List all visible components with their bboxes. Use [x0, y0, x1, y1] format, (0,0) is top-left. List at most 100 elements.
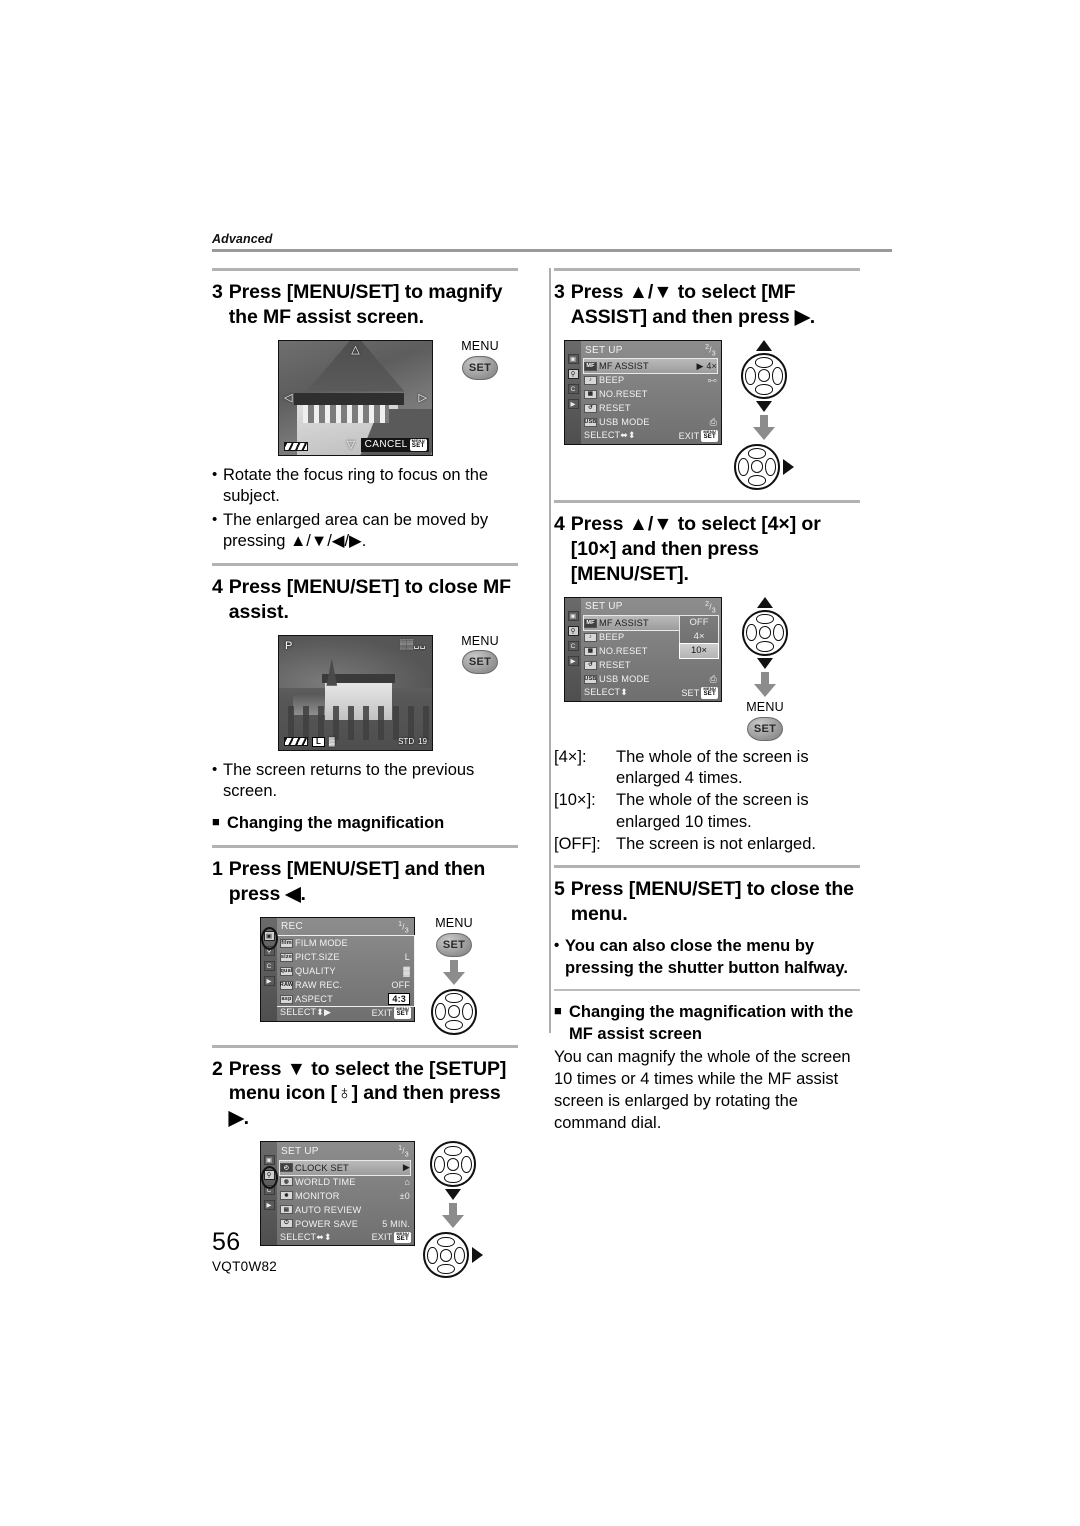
- up-triangle-icon: [757, 596, 773, 608]
- menu-row-aspect[interactable]: asp ASPECT 4:3: [280, 992, 410, 1006]
- menu-row-film-mode[interactable]: film FILM MODE: [280, 936, 410, 950]
- tab-custom-icon[interactable]: C: [567, 383, 579, 394]
- step-text: Press [MENU/SET] to close the menu.: [570, 878, 854, 926]
- tab-playback-icon[interactable]: ▶: [263, 1200, 275, 1211]
- tab-setup-icon[interactable]: ⚲: [567, 368, 579, 379]
- option-4x[interactable]: 4×: [680, 630, 718, 644]
- dpad-center[interactable]: [446, 1157, 460, 1171]
- dpad-down[interactable]: [437, 1263, 455, 1275]
- dpad-down[interactable]: [755, 384, 773, 395]
- dpad-left[interactable]: [738, 458, 749, 476]
- four-way-controller-icon[interactable]: [423, 1232, 469, 1279]
- dpad-down[interactable]: [444, 1172, 462, 1184]
- menu-row-usb-mode[interactable]: USB USB MODE ⎙: [584, 415, 717, 429]
- menu-row-clock-set[interactable]: ◴ CLOCK SET ▶: [279, 1159, 411, 1176]
- tab-setup-icon[interactable]: ⚲: [567, 625, 579, 636]
- menu-row-raw-rec[interactable]: RAW RAW REC. OFF: [280, 978, 410, 992]
- menu-row-pict-size[interactable]: size PICT.SIZE L: [280, 950, 410, 964]
- chip-bottom: SET: [703, 691, 716, 698]
- step-heading-right-3: 3 Press ▲/▼ to select [MF ASSIST] and th…: [554, 280, 860, 330]
- dpad-up[interactable]: [437, 1236, 455, 1248]
- square-bullet-icon: ■: [212, 814, 220, 830]
- down-flow-arrow-icon: [438, 1203, 468, 1229]
- dpad-left[interactable]: [427, 1246, 438, 1265]
- option-off[interactable]: OFF: [680, 616, 718, 630]
- camera-menu-setup-1: ▣ ⚲ C ▶ SET UP 1/3 ◴ CLOCK SET ▶ ◍ WORLD…: [260, 1141, 415, 1247]
- menu-row-power-save[interactable]: ⏻ POWER SAVE 5 MIN.: [280, 1217, 410, 1231]
- select-glyph: ⬌⬍: [620, 430, 636, 441]
- step-text: Press [MENU/SET] and then press ◀.: [228, 857, 486, 905]
- menu-tab-strip: ▣ ⚲ C ▶: [261, 917, 278, 1021]
- definition-key: [10×]:: [554, 791, 596, 810]
- menu-row-reset[interactable]: ↺ RESET: [584, 658, 717, 672]
- menu-row-label: BEEP: [599, 375, 625, 386]
- mf-assist-options-dropdown[interactable]: OFF 4× 10×: [679, 614, 719, 659]
- bullet-text: You can also close the menu by pressing …: [565, 937, 848, 977]
- chip-bottom: SET: [396, 1011, 409, 1018]
- menu-row-usb-mode[interactable]: USB USB MODE ⎙: [584, 672, 717, 686]
- menu-row-beep[interactable]: ♪ BEEP ⧟: [584, 373, 717, 387]
- dpad-up[interactable]: [445, 992, 463, 1004]
- camera-menu-setup-mf: ▣ ⚲ C ▶ SET UP 2/3 MF MF ASSIST ▶ 4× ♪ B…: [564, 339, 722, 445]
- tab-playback-icon[interactable]: ▶: [263, 975, 275, 986]
- tab-playback-icon[interactable]: ▶: [567, 398, 579, 409]
- dpad-left[interactable]: [435, 1002, 446, 1021]
- menu-page-indicator: 2/3: [705, 600, 716, 615]
- menu-row-value: ▶: [402, 1162, 410, 1173]
- cancel-hint: CANCEL MENU SET: [360, 438, 429, 452]
- tab-rec-icon[interactable]: ▣: [263, 1155, 275, 1166]
- menu-row-value: OFF: [391, 980, 410, 991]
- menu-title: SET UP: [281, 1146, 319, 1158]
- step-text: Press ▼ to select the [SETUP] menu icon …: [228, 1057, 507, 1130]
- controls-column-2: [423, 1141, 483, 1279]
- menu-row-auto-review[interactable]: ▤ AUTO REVIEW: [280, 1203, 410, 1217]
- menu-row-reset[interactable]: ↺ RESET: [584, 401, 717, 415]
- four-way-controller-icon[interactable]: [734, 443, 780, 490]
- mf-assist-icon: MF: [584, 361, 597, 371]
- menu-row-value: ▶ 4×: [696, 360, 717, 371]
- dpad-right[interactable]: [454, 1246, 465, 1265]
- menu-row-mf-assist[interactable]: MF MF ASSIST ▶ 4×: [583, 358, 718, 375]
- select-label: SELECT: [280, 1231, 317, 1242]
- menu-row-no-reset[interactable]: ▩ NO.RESET: [584, 387, 717, 401]
- dpad-up[interactable]: [748, 448, 766, 459]
- dpad-left[interactable]: [746, 624, 757, 642]
- bullet-item: • Rotate the focus ring to focus on the …: [212, 465, 518, 508]
- lcd-screen-normal: P ▒▒␣␣ L ▓ STD 19: [278, 634, 433, 751]
- dpad-right[interactable]: [772, 367, 783, 385]
- menu-row-quality[interactable]: qual QUALITY ▓: [280, 964, 410, 978]
- four-way-controller-icon[interactable]: [742, 609, 788, 656]
- dpad-up[interactable]: [755, 357, 773, 368]
- menu-row-value: 4:3: [388, 993, 410, 1006]
- menu-row-monitor[interactable]: ✸ MONITOR ±0: [280, 1189, 410, 1203]
- four-way-controller-icon[interactable]: [741, 352, 787, 399]
- option-10x[interactable]: 10×: [679, 642, 719, 659]
- dpad-down[interactable]: [756, 641, 774, 652]
- tab-custom-icon[interactable]: C: [263, 960, 275, 971]
- tab-custom-icon[interactable]: C: [567, 640, 579, 651]
- step-number: 3: [554, 281, 565, 303]
- dpad-right[interactable]: [765, 458, 776, 476]
- menu-row-world-time[interactable]: ◍ WORLD TIME ⌂: [280, 1175, 410, 1189]
- section-rule: [212, 562, 518, 566]
- dpad-up[interactable]: [444, 1145, 462, 1157]
- tab-rec-icon[interactable]: ▣: [567, 353, 579, 364]
- four-way-controller-icon[interactable]: [431, 988, 477, 1035]
- tab-rec-icon[interactable]: ▣: [567, 610, 579, 621]
- four-way-controller-icon[interactable]: [430, 1141, 476, 1188]
- dpad-right[interactable]: [462, 1002, 473, 1021]
- right-column: 3 Press ▲/▼ to select [MF ASSIST] and th…: [536, 268, 860, 1135]
- dpad-left[interactable]: [434, 1155, 445, 1174]
- footer-exit: EXIT MENU SET: [372, 1007, 411, 1019]
- dpad-center[interactable]: [439, 1248, 453, 1262]
- menu-row-label: WORLD TIME: [295, 1176, 356, 1187]
- menu-row-label: POWER SAVE: [295, 1218, 359, 1229]
- figure-rec-menu: ▣ ⚲ C ▶ REC 1/3 film FILM MODE size PICT…: [212, 916, 518, 1035]
- usb-icon: USB: [584, 674, 597, 684]
- page-total: 3: [711, 607, 716, 615]
- tab-playback-icon[interactable]: ▶: [567, 655, 579, 666]
- menu-row-value: ⎙: [709, 673, 717, 684]
- dpad-left[interactable]: [745, 367, 756, 385]
- dpad-right[interactable]: [461, 1155, 472, 1174]
- dpad-down[interactable]: [748, 475, 766, 486]
